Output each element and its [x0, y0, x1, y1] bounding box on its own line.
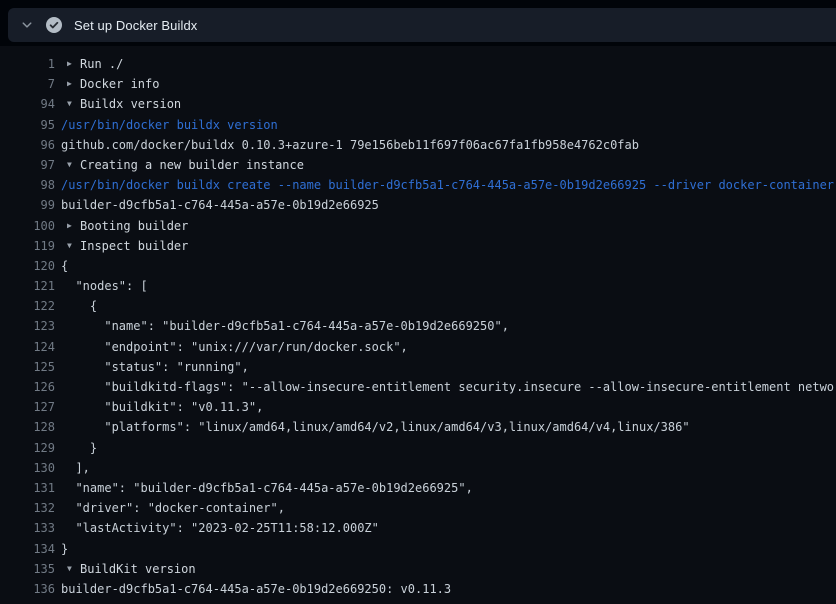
log-text: "driver": "docker-container",: [61, 498, 285, 518]
log-line: 121 "nodes": [: [0, 276, 836, 296]
line-number[interactable]: 123: [0, 316, 55, 336]
line-number[interactable]: 99: [0, 195, 55, 215]
log-line: 132 "driver": "docker-container",: [0, 498, 836, 518]
log-text: BuildKit version: [80, 559, 196, 579]
line-number[interactable]: 125: [0, 357, 55, 377]
log-line: 126 "buildkitd-flags": "--allow-insecure…: [0, 377, 836, 397]
log-text: {: [61, 296, 97, 316]
caret-down-icon: ▼: [67, 94, 80, 114]
log-line[interactable]: 1 ▶ Run ./: [0, 54, 836, 74]
log-line: 99 builder-d9cfb5a1-c764-445a-a57e-0b19d…: [0, 195, 836, 215]
log-line: 136 builder-d9cfb5a1-c764-445a-a57e-0b19…: [0, 579, 836, 599]
line-number[interactable]: 133: [0, 518, 55, 538]
log-text: /usr/bin/docker buildx create --name bui…: [61, 175, 834, 195]
log-text: "status": "running",: [61, 357, 249, 377]
log-line: 124 "endpoint": "unix:///var/run/docker.…: [0, 337, 836, 357]
line-number[interactable]: 136: [0, 579, 55, 599]
log-line: 130 ],: [0, 458, 836, 478]
log-line: 131 "name": "builder-d9cfb5a1-c764-445a-…: [0, 478, 836, 498]
line-number[interactable]: 120: [0, 256, 55, 276]
caret-down-icon: ▼: [67, 236, 80, 256]
log-text: Run ./: [80, 54, 123, 74]
log-text: github.com/docker/buildx 0.10.3+azure-1 …: [61, 135, 639, 155]
log-text: builder-d9cfb5a1-c764-445a-a57e-0b19d2e6…: [61, 579, 451, 599]
log-text: "lastActivity": "2023-02-25T11:58:12.000…: [61, 518, 379, 538]
log-line: 129 }: [0, 438, 836, 458]
log-line[interactable]: 119 ▼ Inspect builder: [0, 236, 836, 256]
log-line: 128 "platforms": "linux/amd64,linux/amd6…: [0, 417, 836, 437]
line-number[interactable]: 126: [0, 377, 55, 397]
log-line[interactable]: 135 ▼ BuildKit version: [0, 559, 836, 579]
line-number[interactable]: 127: [0, 397, 55, 417]
line-number[interactable]: 131: [0, 478, 55, 498]
log-text: "name": "builder-d9cfb5a1-c764-445a-a57e…: [61, 316, 509, 336]
caret-down-icon: ▼: [67, 155, 80, 175]
log-text: "nodes": [: [61, 276, 148, 296]
line-number[interactable]: 135: [0, 559, 55, 579]
line-number[interactable]: 128: [0, 417, 55, 437]
line-number[interactable]: 130: [0, 458, 55, 478]
log-text: "platforms": "linux/amd64,linux/amd64/v2…: [61, 417, 690, 437]
line-number[interactable]: 97: [0, 155, 55, 175]
line-number[interactable]: 96: [0, 135, 55, 155]
line-number[interactable]: 124: [0, 337, 55, 357]
log-line[interactable]: 97 ▼ Creating a new builder instance: [0, 155, 836, 175]
log-text: "buildkitd-flags": "--allow-insecure-ent…: [61, 377, 836, 397]
check-circle-icon: [46, 17, 62, 33]
caret-right-icon: ▶: [67, 216, 80, 236]
caret-right-icon: ▶: [67, 54, 80, 74]
chevron-down-icon[interactable]: [20, 18, 34, 32]
log-text: Inspect builder: [80, 236, 188, 256]
log-line: 122 {: [0, 296, 836, 316]
log-line: 120 {: [0, 256, 836, 276]
log-line[interactable]: 100 ▶ Booting builder: [0, 216, 836, 236]
log-text: ],: [61, 458, 90, 478]
line-number[interactable]: 100: [0, 216, 55, 236]
log-line: 133 "lastActivity": "2023-02-25T11:58:12…: [0, 518, 836, 538]
log-text: Docker info: [80, 74, 159, 94]
log-line: 134 }: [0, 539, 836, 559]
log-text: /usr/bin/docker buildx version: [61, 115, 278, 135]
line-number[interactable]: 1: [0, 54, 55, 74]
line-number[interactable]: 134: [0, 539, 55, 559]
log-text: }: [61, 438, 97, 458]
log-line: 125 "status": "running",: [0, 357, 836, 377]
log-text: "name": "builder-d9cfb5a1-c764-445a-a57e…: [61, 478, 473, 498]
log-text: Booting builder: [80, 216, 188, 236]
step-title: Set up Docker Buildx: [74, 18, 197, 33]
log-text: "buildkit": "v0.11.3",: [61, 397, 263, 417]
log-text: {: [61, 256, 68, 276]
log-line: 95 /usr/bin/docker buildx version: [0, 115, 836, 135]
log-line: 98 /usr/bin/docker buildx create --name …: [0, 175, 836, 195]
caret-down-icon: ▼: [67, 559, 80, 579]
log-text: "endpoint": "unix:///var/run/docker.sock…: [61, 337, 408, 357]
step-header[interactable]: Set up Docker Buildx: [8, 8, 836, 42]
line-number[interactable]: 129: [0, 438, 55, 458]
line-number[interactable]: 132: [0, 498, 55, 518]
line-number[interactable]: 95: [0, 115, 55, 135]
line-number[interactable]: 7: [0, 74, 55, 94]
log-text: }: [61, 539, 68, 559]
log-line: 123 "name": "builder-d9cfb5a1-c764-445a-…: [0, 316, 836, 336]
log-line[interactable]: 7 ▶ Docker info: [0, 74, 836, 94]
line-number[interactable]: 121: [0, 276, 55, 296]
log-line: 96 github.com/docker/buildx 0.10.3+azure…: [0, 135, 836, 155]
line-number[interactable]: 119: [0, 236, 55, 256]
line-number[interactable]: 94: [0, 94, 55, 114]
log-body: 1 ▶ Run ./ 7 ▶ Docker info 94 ▼ Buildx v…: [0, 46, 836, 604]
log-line[interactable]: 94 ▼ Buildx version: [0, 94, 836, 114]
caret-right-icon: ▶: [67, 74, 80, 94]
line-number[interactable]: 98: [0, 175, 55, 195]
log-text: Buildx version: [80, 94, 181, 114]
log-line: 127 "buildkit": "v0.11.3",: [0, 397, 836, 417]
log-text: Creating a new builder instance: [80, 155, 304, 175]
line-number[interactable]: 122: [0, 296, 55, 316]
log-text: builder-d9cfb5a1-c764-445a-a57e-0b19d2e6…: [61, 195, 379, 215]
